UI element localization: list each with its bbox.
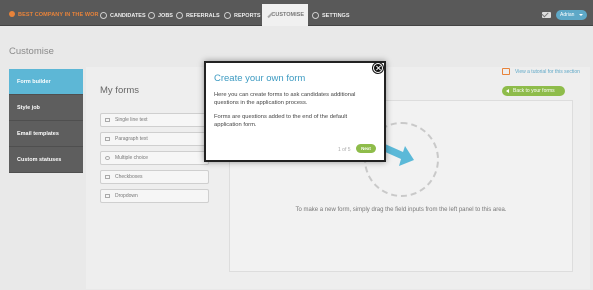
nav-referrals[interactable]: REFERRALS bbox=[172, 5, 224, 26]
radio-icon bbox=[105, 156, 110, 160]
nav-reports[interactable]: REPORTS bbox=[220, 5, 265, 26]
tutorial-link[interactable]: View a tutorial for this section bbox=[515, 69, 580, 75]
company-brand[interactable]: BEST COMPANY IN THE WOR bbox=[9, 11, 99, 18]
text-line-icon bbox=[105, 118, 110, 122]
nav-settings[interactable]: SETTINGS bbox=[308, 5, 354, 26]
my-forms-heading: My forms bbox=[100, 85, 140, 96]
sidebar-item-form-builder[interactable]: Form builder bbox=[9, 69, 83, 95]
page-title: Customise bbox=[9, 46, 54, 57]
sidebar-item-custom-statuses[interactable]: Custom statuses bbox=[9, 147, 83, 173]
next-button[interactable]: Next bbox=[356, 144, 376, 153]
mail-icon[interactable] bbox=[542, 12, 551, 18]
modal-paragraph-2: Forms are questions added to the end of … bbox=[214, 114, 348, 128]
nav-customise[interactable]: CUSTOMISE bbox=[262, 4, 308, 26]
paragraph-icon bbox=[105, 137, 110, 141]
modal-title: Create your own form bbox=[214, 73, 306, 84]
customise-sidebar: Form builder Style job Email templates C… bbox=[9, 69, 83, 173]
nav-candidates[interactable]: CANDIDATES bbox=[96, 5, 150, 26]
close-icon[interactable] bbox=[373, 63, 383, 73]
referrals-icon bbox=[176, 12, 183, 19]
company-name: BEST COMPANY IN THE WOR bbox=[18, 12, 99, 18]
settings-icon bbox=[312, 12, 319, 19]
field-single-line-text[interactable]: Single line text bbox=[100, 113, 209, 127]
modal-paragraph-1: Here you can create forms to ask candida… bbox=[214, 92, 356, 106]
field-checkboxes[interactable]: Checkboxes bbox=[100, 170, 209, 184]
field-dropdown[interactable]: Dropdown bbox=[100, 189, 209, 203]
jobs-icon bbox=[148, 12, 155, 19]
checkbox-icon bbox=[105, 175, 110, 179]
sidebar-item-style-job[interactable]: Style job bbox=[9, 95, 83, 121]
pencil-icon bbox=[266, 11, 268, 19]
company-logo-icon bbox=[9, 11, 15, 17]
user-menu[interactable]: Adrian bbox=[556, 10, 587, 20]
tutorial-video-icon[interactable] bbox=[502, 68, 510, 75]
candidates-icon bbox=[100, 12, 107, 19]
sidebar-item-email-templates[interactable]: Email templates bbox=[9, 121, 83, 147]
user-name: Adrian bbox=[560, 12, 575, 18]
reports-icon bbox=[224, 12, 231, 19]
field-multiple-choice[interactable]: Multiple choice bbox=[100, 151, 209, 165]
drop-hint-text: To make a new form, simply drag the fiel… bbox=[295, 207, 507, 213]
field-paragraph-text[interactable]: Paragraph text bbox=[100, 132, 209, 146]
back-to-forms-button[interactable]: Back to your forms bbox=[502, 86, 565, 96]
dropdown-icon bbox=[105, 194, 110, 198]
step-indicator: 1 of 5 bbox=[338, 147, 351, 153]
drag-arrow-icon bbox=[383, 144, 414, 166]
